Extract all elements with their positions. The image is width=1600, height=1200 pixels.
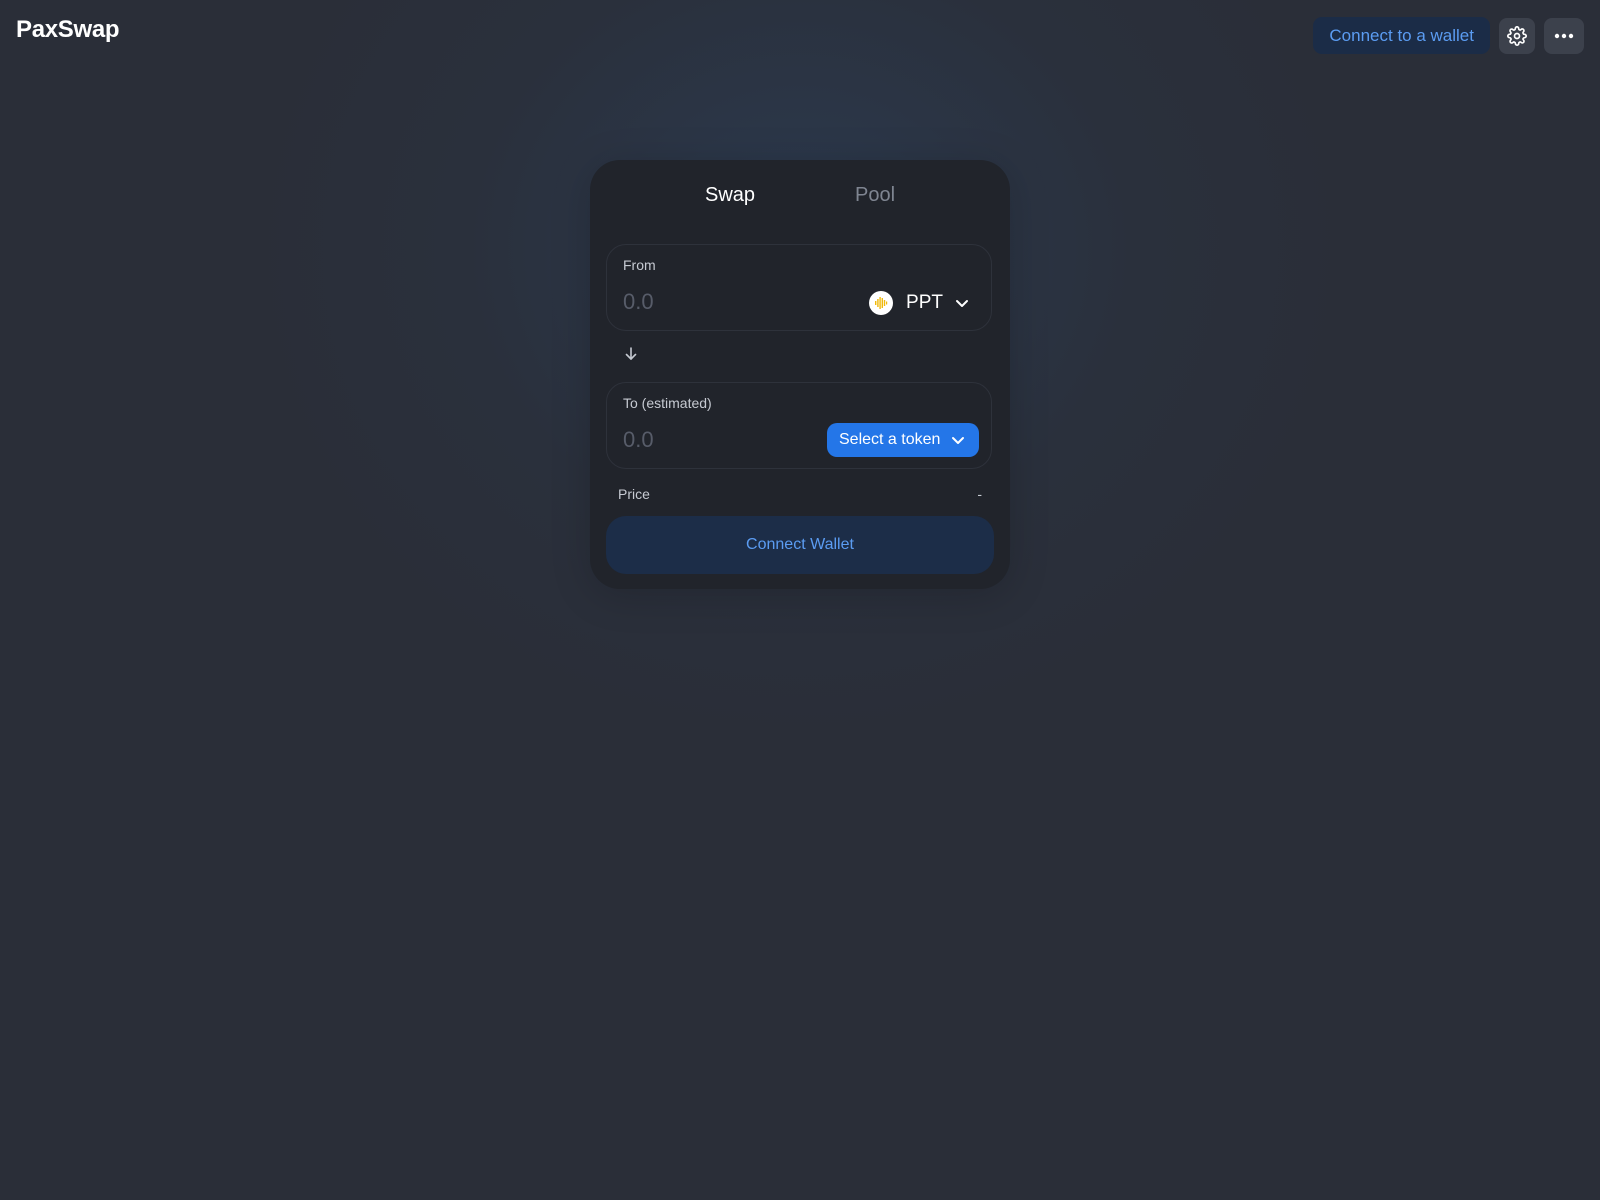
chevron-down-icon (956, 299, 968, 307)
to-amount-input[interactable]: 0.0 (623, 427, 654, 453)
price-label: Price (618, 486, 650, 502)
more-horizontal-icon (1554, 33, 1574, 38)
app-logo[interactable]: PaxSwap (16, 16, 120, 44)
settings-button[interactable] (1499, 17, 1535, 54)
connect-wallet-button[interactable]: Connect Wallet (606, 516, 994, 574)
tab-swap[interactable]: Swap (705, 184, 755, 207)
connect-wallet-top-button[interactable]: Connect to a wallet (1313, 17, 1490, 54)
from-label: From (623, 257, 656, 273)
tab-pool[interactable]: Pool (855, 184, 895, 207)
from-token-selector[interactable]: PPT (869, 291, 969, 315)
from-token-name: PPT (906, 292, 943, 313)
select-token-button[interactable]: Select a token (827, 423, 979, 457)
to-panel: To (estimated) 0.0 Select a token (606, 382, 992, 469)
swap-card: Swap Pool From 0.0 PPT To (estimated) 0.… (590, 160, 1010, 589)
ppt-token-icon (869, 291, 894, 315)
chevron-down-icon (952, 436, 965, 444)
from-panel: From 0.0 PPT (606, 244, 992, 331)
swap-pool-tabs: Swap Pool (590, 184, 1010, 214)
to-label: To (estimated) (623, 395, 712, 411)
gear-icon (1507, 25, 1527, 46)
select-token-label: Select a token (839, 431, 941, 448)
swap-direction-arrow[interactable] (624, 346, 638, 362)
from-amount-input[interactable]: 0.0 (623, 289, 654, 315)
top-actions: Connect to a wallet (1313, 17, 1584, 54)
price-row: Price - (618, 486, 982, 502)
more-options-button[interactable] (1544, 17, 1584, 54)
price-value: - (977, 486, 982, 502)
arrow-down-icon (625, 347, 637, 360)
